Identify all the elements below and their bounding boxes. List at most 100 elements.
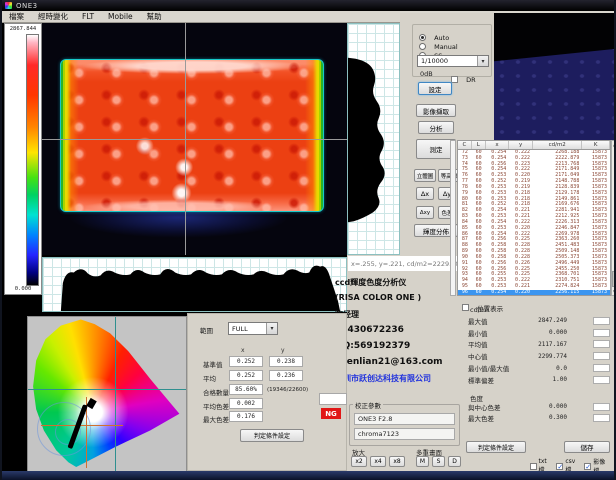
table-scrollbar[interactable]: ▲ ▼ — [611, 140, 616, 296]
measurement-table[interactable]: 72600.2540.2222268.1881587373600.2540.22… — [457, 150, 611, 296]
scroll-down-icon[interactable]: ▼ — [612, 289, 616, 294]
menu-item-0[interactable]: 檔案 — [2, 11, 31, 22]
table-cell: 0.254 — [486, 290, 510, 296]
luminance-heatmap[interactable] — [42, 23, 347, 255]
contact-line-3: 13430672236 — [335, 325, 462, 341]
average-y-value: 0.236 — [269, 370, 303, 381]
save-button[interactable]: 儲存 — [564, 441, 610, 453]
range-label: 範圍 — [200, 325, 213, 335]
dr-checkbox[interactable] — [451, 76, 458, 83]
chroma-stat-row: 與中心色差0.000 — [468, 401, 610, 412]
judge-condition-button[interactable]: 判定條件設定 — [240, 429, 304, 442]
pass-detail: (19346/22600) — [267, 387, 308, 393]
table-header-L: L — [472, 141, 486, 149]
camera-preview-image — [494, 13, 616, 140]
chroma-calibration-field[interactable]: chroma7123 — [354, 428, 455, 440]
menu-item-4[interactable]: 幫助 — [140, 11, 169, 22]
delta-xy-button[interactable]: Δxy — [416, 206, 434, 219]
solid-view-button[interactable]: 立體圖 — [414, 169, 436, 182]
magnify-x8-button[interactable]: x8 — [389, 456, 405, 467]
position-display-checkbox[interactable] — [462, 304, 469, 311]
lum-stat-label: 平均值 — [468, 339, 488, 349]
cie-target-line-horizontal — [41, 425, 123, 426]
lum-stat-limit-input[interactable] — [593, 352, 610, 360]
luminance-stats-title: cd/m² — [470, 306, 489, 314]
save-option-checkbox-1[interactable]: ✓ — [556, 463, 563, 470]
save-option-checkbox-0[interactable] — [530, 463, 537, 470]
table-header-y: y — [509, 141, 533, 149]
reference-y-value: 0.238 — [269, 356, 303, 367]
window-bottom-border — [2, 471, 616, 480]
exposure-value: 1/10000 — [421, 57, 448, 65]
menu-item-2[interactable]: FLT — [75, 12, 101, 21]
chroma-stat-limit-input[interactable] — [593, 403, 610, 411]
vertical-profile-plot — [347, 23, 400, 255]
lum-stat-limit-input[interactable] — [593, 376, 610, 384]
table-header-C: C — [458, 141, 472, 149]
result-input[interactable] — [319, 393, 347, 405]
capture-button[interactable]: 影像擷取 — [416, 104, 456, 117]
magnify-x4-button[interactable]: x4 — [370, 456, 386, 467]
table-left-gutter — [450, 140, 456, 296]
multiview-buttons: MSD — [416, 456, 461, 467]
lum-stat-value: 2299.774 — [488, 353, 568, 360]
lum-stat-row: 標準偏差1.00 — [468, 374, 610, 386]
lum-stat-limit-input[interactable] — [593, 317, 610, 325]
lens-calibration-field[interactable]: ONE3 F2.8 — [354, 413, 455, 425]
result-badge: NG — [321, 408, 341, 419]
lum-stat-limit-input[interactable] — [593, 329, 610, 337]
contact-line-2: 陈经理 — [335, 309, 462, 325]
column-header-y: y — [281, 347, 285, 354]
menu-item-1[interactable]: 經時變化 — [31, 11, 75, 22]
table-cell: 96 — [458, 290, 472, 296]
dr-option[interactable]: DR — [451, 69, 476, 88]
table-header-cd/m2: cd/m2 — [533, 141, 582, 149]
lum-stat-label: 最大值 — [468, 316, 488, 326]
capture-settings-group: Auto Manual SS 1/10000 ▾ 0dB DR — [412, 24, 492, 77]
judgement-panel: 範圍 FULL ▾ x y 基準值 0.252 0.238 平均 0.252 0… — [187, 313, 347, 471]
chevron-down-icon: ▾ — [266, 323, 277, 334]
table-cell: 0.220 — [509, 290, 533, 296]
title-bar[interactable]: ONE3 — [2, 0, 616, 11]
magnify-x2-button[interactable]: x2 — [351, 456, 367, 467]
table-row[interactable]: 96600.2540.2202256.11515873 — [458, 290, 610, 296]
crosshair-horizontal — [42, 139, 347, 140]
judge-condition-button-2[interactable]: 判定條件設定 — [466, 441, 526, 453]
menu-item-3[interactable]: Mobile — [101, 12, 140, 21]
delta-x-button[interactable]: Δx — [416, 187, 434, 200]
window-title: ONE3 — [16, 2, 38, 10]
chroma-stat-limit-input[interactable] — [593, 414, 610, 422]
lum-stat-limit-input[interactable] — [593, 340, 610, 348]
lum-stat-label: 最小值/最大值 — [468, 363, 509, 373]
multiview-S-button[interactable]: S — [432, 456, 445, 467]
multiview-M-button[interactable]: M — [416, 456, 429, 467]
chroma-stat-value: 0.000 — [501, 403, 568, 410]
scroll-up-icon[interactable]: ▲ — [612, 142, 616, 147]
set-button[interactable]: 設定 — [418, 82, 452, 95]
lum-stat-label: 最小值 — [468, 328, 488, 338]
exposure-select[interactable]: 1/10000 ▾ — [417, 55, 489, 67]
lum-stat-limit-input[interactable] — [593, 364, 610, 372]
max-color-diff-label: 最大色差 — [203, 414, 229, 424]
average-x-value: 0.252 — [229, 370, 263, 381]
app-icon — [5, 2, 12, 9]
scrollbar-thumb[interactable] — [612, 271, 616, 287]
contact-line-4: QQ:569192379 — [335, 341, 462, 357]
lum-stat-label: 中心值 — [468, 351, 488, 361]
lum-stat-label: 標準偏差 — [468, 375, 494, 385]
lum-stat-value: 1.00 — [494, 376, 567, 383]
reference-x-value: 0.252 — [229, 356, 263, 367]
lum-stat-row: 平均值2117.167 — [468, 339, 610, 351]
multiview-D-button[interactable]: D — [448, 456, 461, 467]
contact-line-0: ccd輝度色度分析仪 — [335, 277, 462, 293]
cursor-readout: x=.255, y=.221, cd/m2=2229.401 — [348, 256, 460, 271]
gain-label: 0dB — [420, 70, 433, 78]
chroma-stat-value: 0.300 — [494, 414, 567, 421]
heatmap-glow — [57, 211, 327, 255]
save-option-checkbox-2[interactable]: ✓ — [584, 463, 591, 470]
company-name: 深圳市跃创达科技有限公司 — [335, 373, 462, 389]
analyze-button[interactable]: 分析 — [418, 121, 454, 134]
range-select[interactable]: FULL ▾ — [228, 322, 278, 335]
contact-info: ccd輝度色度分析仪(RISA COLOR ONE )陈经理1343067223… — [335, 277, 462, 389]
luminance-stats: 最大值2847.249最小值0.000平均值2117.167中心值2299.77… — [468, 315, 610, 386]
